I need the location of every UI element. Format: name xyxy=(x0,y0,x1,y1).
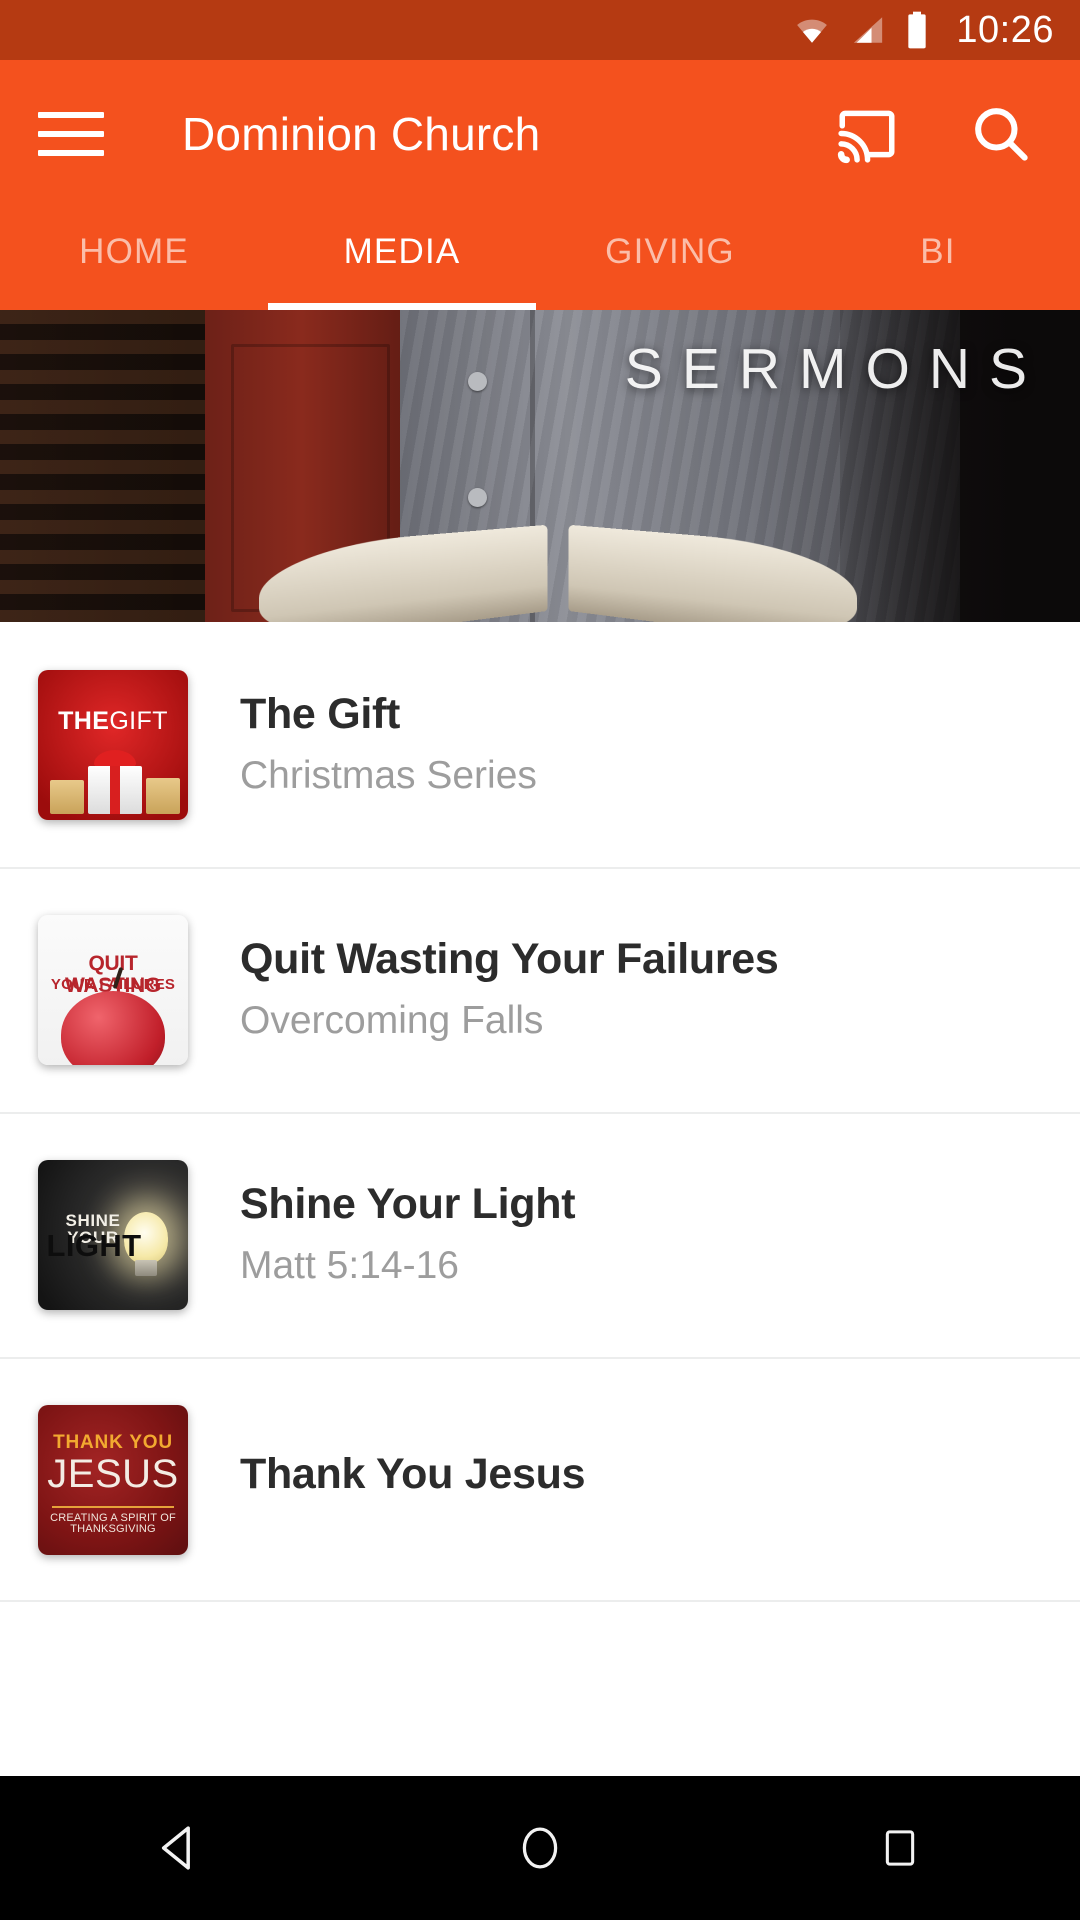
media-item-title: The Gift xyxy=(240,690,401,739)
media-list-item-shine-your-light[interactable]: SHINE YOUR LIGHT Shine Your Light Matt 5… xyxy=(0,1112,1080,1357)
recents-square-icon[interactable] xyxy=(840,1788,960,1908)
thank-you-jesus-thumbnail: THANK YOU JESUS CREATING A SPIRIT OF THA… xyxy=(38,1404,188,1555)
the-gift-thumbnail-line2: GIFT xyxy=(109,706,168,735)
search-icon[interactable] xyxy=(966,99,1036,169)
media-item-subtitle: Overcoming Falls xyxy=(240,999,544,1042)
shine-your-light-thumbnail: SHINE YOUR LIGHT xyxy=(38,1159,188,1310)
hero-title: SERMONS xyxy=(624,337,1046,401)
wifi-icon xyxy=(797,19,828,43)
tab-home-label: HOME xyxy=(79,232,189,271)
the-gift-thumbnail: THEGIFT xyxy=(38,669,188,820)
media-item-title: Shine Your Light xyxy=(240,1180,576,1229)
app-title: Dominion Church xyxy=(182,108,541,160)
media-list-item-thank-you-jesus[interactable]: THANK YOU JESUS CREATING A SPIRIT OF THA… xyxy=(0,1357,1080,1602)
thankyou-thumbnail-line1: THANK YOU xyxy=(53,1431,173,1453)
media-item-text: The Gift Christmas Series xyxy=(240,688,537,801)
cellular-signal-icon xyxy=(854,17,883,43)
tab-media-label: MEDIA xyxy=(343,232,461,271)
thankyou-thumbnail-line2: JESUS xyxy=(47,1451,179,1496)
media-item-title: Thank You Jesus xyxy=(240,1449,586,1498)
android-navigation-bar xyxy=(0,1776,1080,1920)
app-screen: 10:26 Dominion Church HOME MEDIA GIVING … xyxy=(0,0,1080,1920)
app-bar-actions xyxy=(832,99,1046,169)
shine-thumbnail-line2: LIGHT xyxy=(46,1227,142,1263)
tab-giving[interactable]: GIVING xyxy=(536,208,804,310)
media-item-title: Quit Wasting Your Failures xyxy=(240,935,779,984)
media-list: THEGIFT The Gift Christmas Series QUIT W… xyxy=(0,622,1080,1602)
media-item-subtitle: Christmas Series xyxy=(240,754,537,797)
media-list-item-quit-wasting-your-failures[interactable]: QUIT WASTING YOUR FAILURES Quit Wasting … xyxy=(0,867,1080,1112)
tab-giving-label: GIVING xyxy=(605,232,735,271)
back-triangle-icon[interactable] xyxy=(120,1788,240,1908)
tab-home[interactable]: HOME xyxy=(0,208,268,310)
app-bar: Dominion Church HOME MEDIA GIVING BI xyxy=(0,60,1080,310)
quit-wasting-your-failures-thumbnail: QUIT WASTING YOUR FAILURES xyxy=(38,914,188,1065)
status-bar-time: 10:26 xyxy=(956,9,1054,51)
thankyou-thumbnail-line3: CREATING A SPIRIT OF THANKSGIVING xyxy=(50,1511,176,1536)
media-item-text: Shine Your Light Matt 5:14-16 xyxy=(240,1178,576,1291)
home-circle-icon[interactable] xyxy=(480,1788,600,1908)
media-item-text: Thank You Jesus xyxy=(240,1448,586,1512)
hero-banner[interactable]: SERMONS xyxy=(0,310,1080,622)
cast-icon[interactable] xyxy=(832,99,902,169)
media-list-item-the-gift[interactable]: THEGIFT The Gift Christmas Series xyxy=(0,622,1080,867)
tab-bible[interactable]: BI xyxy=(804,208,1072,310)
media-item-text: Quit Wasting Your Failures Overcoming Fa… xyxy=(240,933,779,1046)
status-bar-icons xyxy=(792,10,930,50)
hamburger-menu-icon[interactable] xyxy=(34,97,108,171)
the-gift-thumbnail-line1: THE xyxy=(58,706,110,735)
media-item-subtitle: Matt 5:14-16 xyxy=(240,1244,459,1287)
open-book-illustration xyxy=(259,518,857,622)
app-bar-top-row: Dominion Church xyxy=(0,60,1080,208)
tab-media[interactable]: MEDIA xyxy=(268,208,536,310)
tab-bar: HOME MEDIA GIVING BI xyxy=(0,208,1080,310)
status-bar: 10:26 xyxy=(0,0,1080,60)
battery-icon xyxy=(908,11,927,49)
tab-bible-label: BI xyxy=(920,232,956,271)
